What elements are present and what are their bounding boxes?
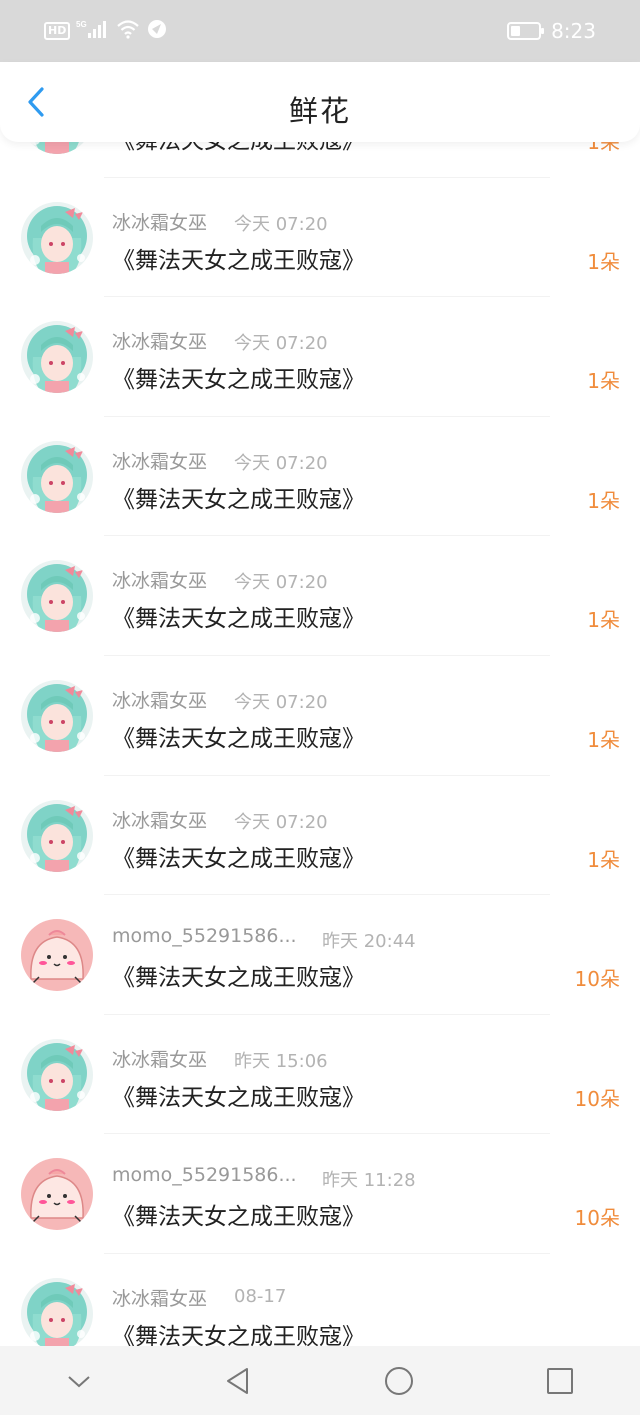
book-title: 《舞法天女之成王败寇》 [112,486,365,513]
flower-count: 1朵 [587,249,620,274]
gift-time: 昨天 11:28 [322,1170,416,1192]
sender-name: 冰冰霜女巫 [112,1287,208,1310]
book-title: 《舞法天女之成王败寇》 [112,1323,365,1346]
flower-count: 1朵 [587,369,620,394]
list-item[interactable]: 冰冰霜女巫 08-17 《舞法天女之成王败寇》 [0,1254,640,1346]
sender-name: 冰冰霜女巫 [112,450,208,473]
flower-count: 10朵 [574,1206,620,1231]
sender-name: 冰冰霜女巫 [112,211,208,234]
back-triangle-icon[interactable] [223,1366,253,1396]
book-title: 《舞法天女之成王败寇》 [112,845,365,872]
avatar[interactable] [21,440,93,513]
chevron-down-icon[interactable] [65,1367,93,1395]
list-item[interactable]: 冰冰霜女巫 今天 07:20 《舞法天女之成王败寇》 1朵 [0,536,640,656]
book-title: 《舞法天女之成王败寇》 [112,1084,365,1111]
avatar[interactable] [21,201,93,274]
flower-list[interactable]: 《舞法天女之成王败寇》1朵冰冰霜女巫今天 07:20《舞法天女之成王败寇》1朵冰… [0,142,640,1346]
flower-count: 1朵 [587,142,620,154]
avatar[interactable] [21,1277,93,1346]
list-item[interactable]: 冰冰霜女巫 今天 07:20 《舞法天女之成王败寇》 1朵 [0,776,640,896]
navigation-bar: 鲜花 [0,62,640,142]
battery-icon [507,22,545,40]
sender-name: 冰冰霜女巫 [112,809,208,832]
avatar[interactable] [21,799,93,872]
recents-square-icon[interactable] [545,1366,575,1396]
gift-time: 今天 07:20 [234,811,328,833]
status-bar: HD 5G 8:23 [0,0,640,62]
avatar[interactable] [21,142,93,154]
gift-time: 08-17 [234,1285,287,1307]
gift-time: 今天 07:20 [234,452,328,474]
status-left: HD 5G [44,18,168,44]
book-title: 《舞法天女之成王败寇》 [112,725,365,752]
list-item[interactable]: 冰冰霜女巫 今天 07:20 《舞法天女之成王败寇》 1朵 [0,656,640,776]
flower-count: 1朵 [587,488,620,513]
system-navigation-bar [0,1346,640,1415]
book-title: 《舞法天女之成王败寇》 [112,1204,365,1231]
gift-time: 今天 07:20 [234,572,328,594]
hd-badge: HD [44,22,71,40]
flower-count: 10朵 [574,967,620,992]
gift-time: 昨天 15:06 [234,1050,328,1072]
sender-name: 冰冰霜女巫 [112,331,208,354]
avatar[interactable] [21,321,93,394]
flower-count: 1朵 [587,608,620,633]
avatar[interactable] [21,1158,93,1231]
book-title: 《舞法天女之成王败寇》 [112,142,365,155]
page-title: 鲜花 [288,94,351,128]
list-item[interactable]: 冰冰霜女巫 今天 07:20 《舞法天女之成王败寇》 1朵 [0,417,640,537]
avatar[interactable] [21,919,93,992]
sender-name: 冰冰霜女巫 [112,570,208,593]
book-title: 《舞法天女之成王败寇》 [112,965,365,992]
flower-count: 1朵 [587,727,620,752]
gift-time: 昨天 20:44 [322,931,416,953]
avatar[interactable] [21,560,93,633]
sender-name: momo_55291586... [112,925,297,948]
wifi-icon [116,19,140,43]
list-item[interactable]: 《舞法天女之成王败寇》 1朵 [0,142,640,178]
home-circle-icon[interactable] [383,1365,415,1397]
status-right: 8:23 [507,19,596,43]
list-item[interactable]: momo_55291586... 昨天 20:44 《舞法天女之成王败寇》 10朵 [0,895,640,1015]
avatar[interactable] [21,679,93,752]
sender-name: 冰冰霜女巫 [112,1048,208,1071]
sender-name: momo_55291586... [112,1164,297,1187]
gift-time: 今天 07:20 [234,333,328,355]
signal-icon: 5G [76,19,110,43]
flower-count: 10朵 [574,1086,620,1111]
list-item[interactable]: 冰冰霜女巫 昨天 15:06 《舞法天女之成王败寇》 10朵 [0,1015,640,1135]
book-title: 《舞法天女之成王败寇》 [112,606,365,633]
gift-time: 今天 07:20 [234,691,328,713]
list-item[interactable]: 冰冰霜女巫 今天 07:20 《舞法天女之成王败寇》 1朵 [0,178,640,298]
book-title: 《舞法天女之成王败寇》 [112,367,365,394]
data-saver-icon [146,18,168,44]
clock: 8:23 [551,19,596,43]
avatar[interactable] [21,1038,93,1111]
svg-text:5G: 5G [76,20,87,29]
list-item[interactable]: momo_55291586... 昨天 11:28 《舞法天女之成王败寇》 10朵 [0,1134,640,1254]
book-title: 《舞法天女之成王败寇》 [112,247,365,274]
list-item[interactable]: 冰冰霜女巫 今天 07:20 《舞法天女之成王败寇》 1朵 [0,297,640,417]
gift-time: 今天 07:20 [234,213,328,235]
sender-name: 冰冰霜女巫 [112,689,208,712]
flower-count: 1朵 [587,847,620,872]
